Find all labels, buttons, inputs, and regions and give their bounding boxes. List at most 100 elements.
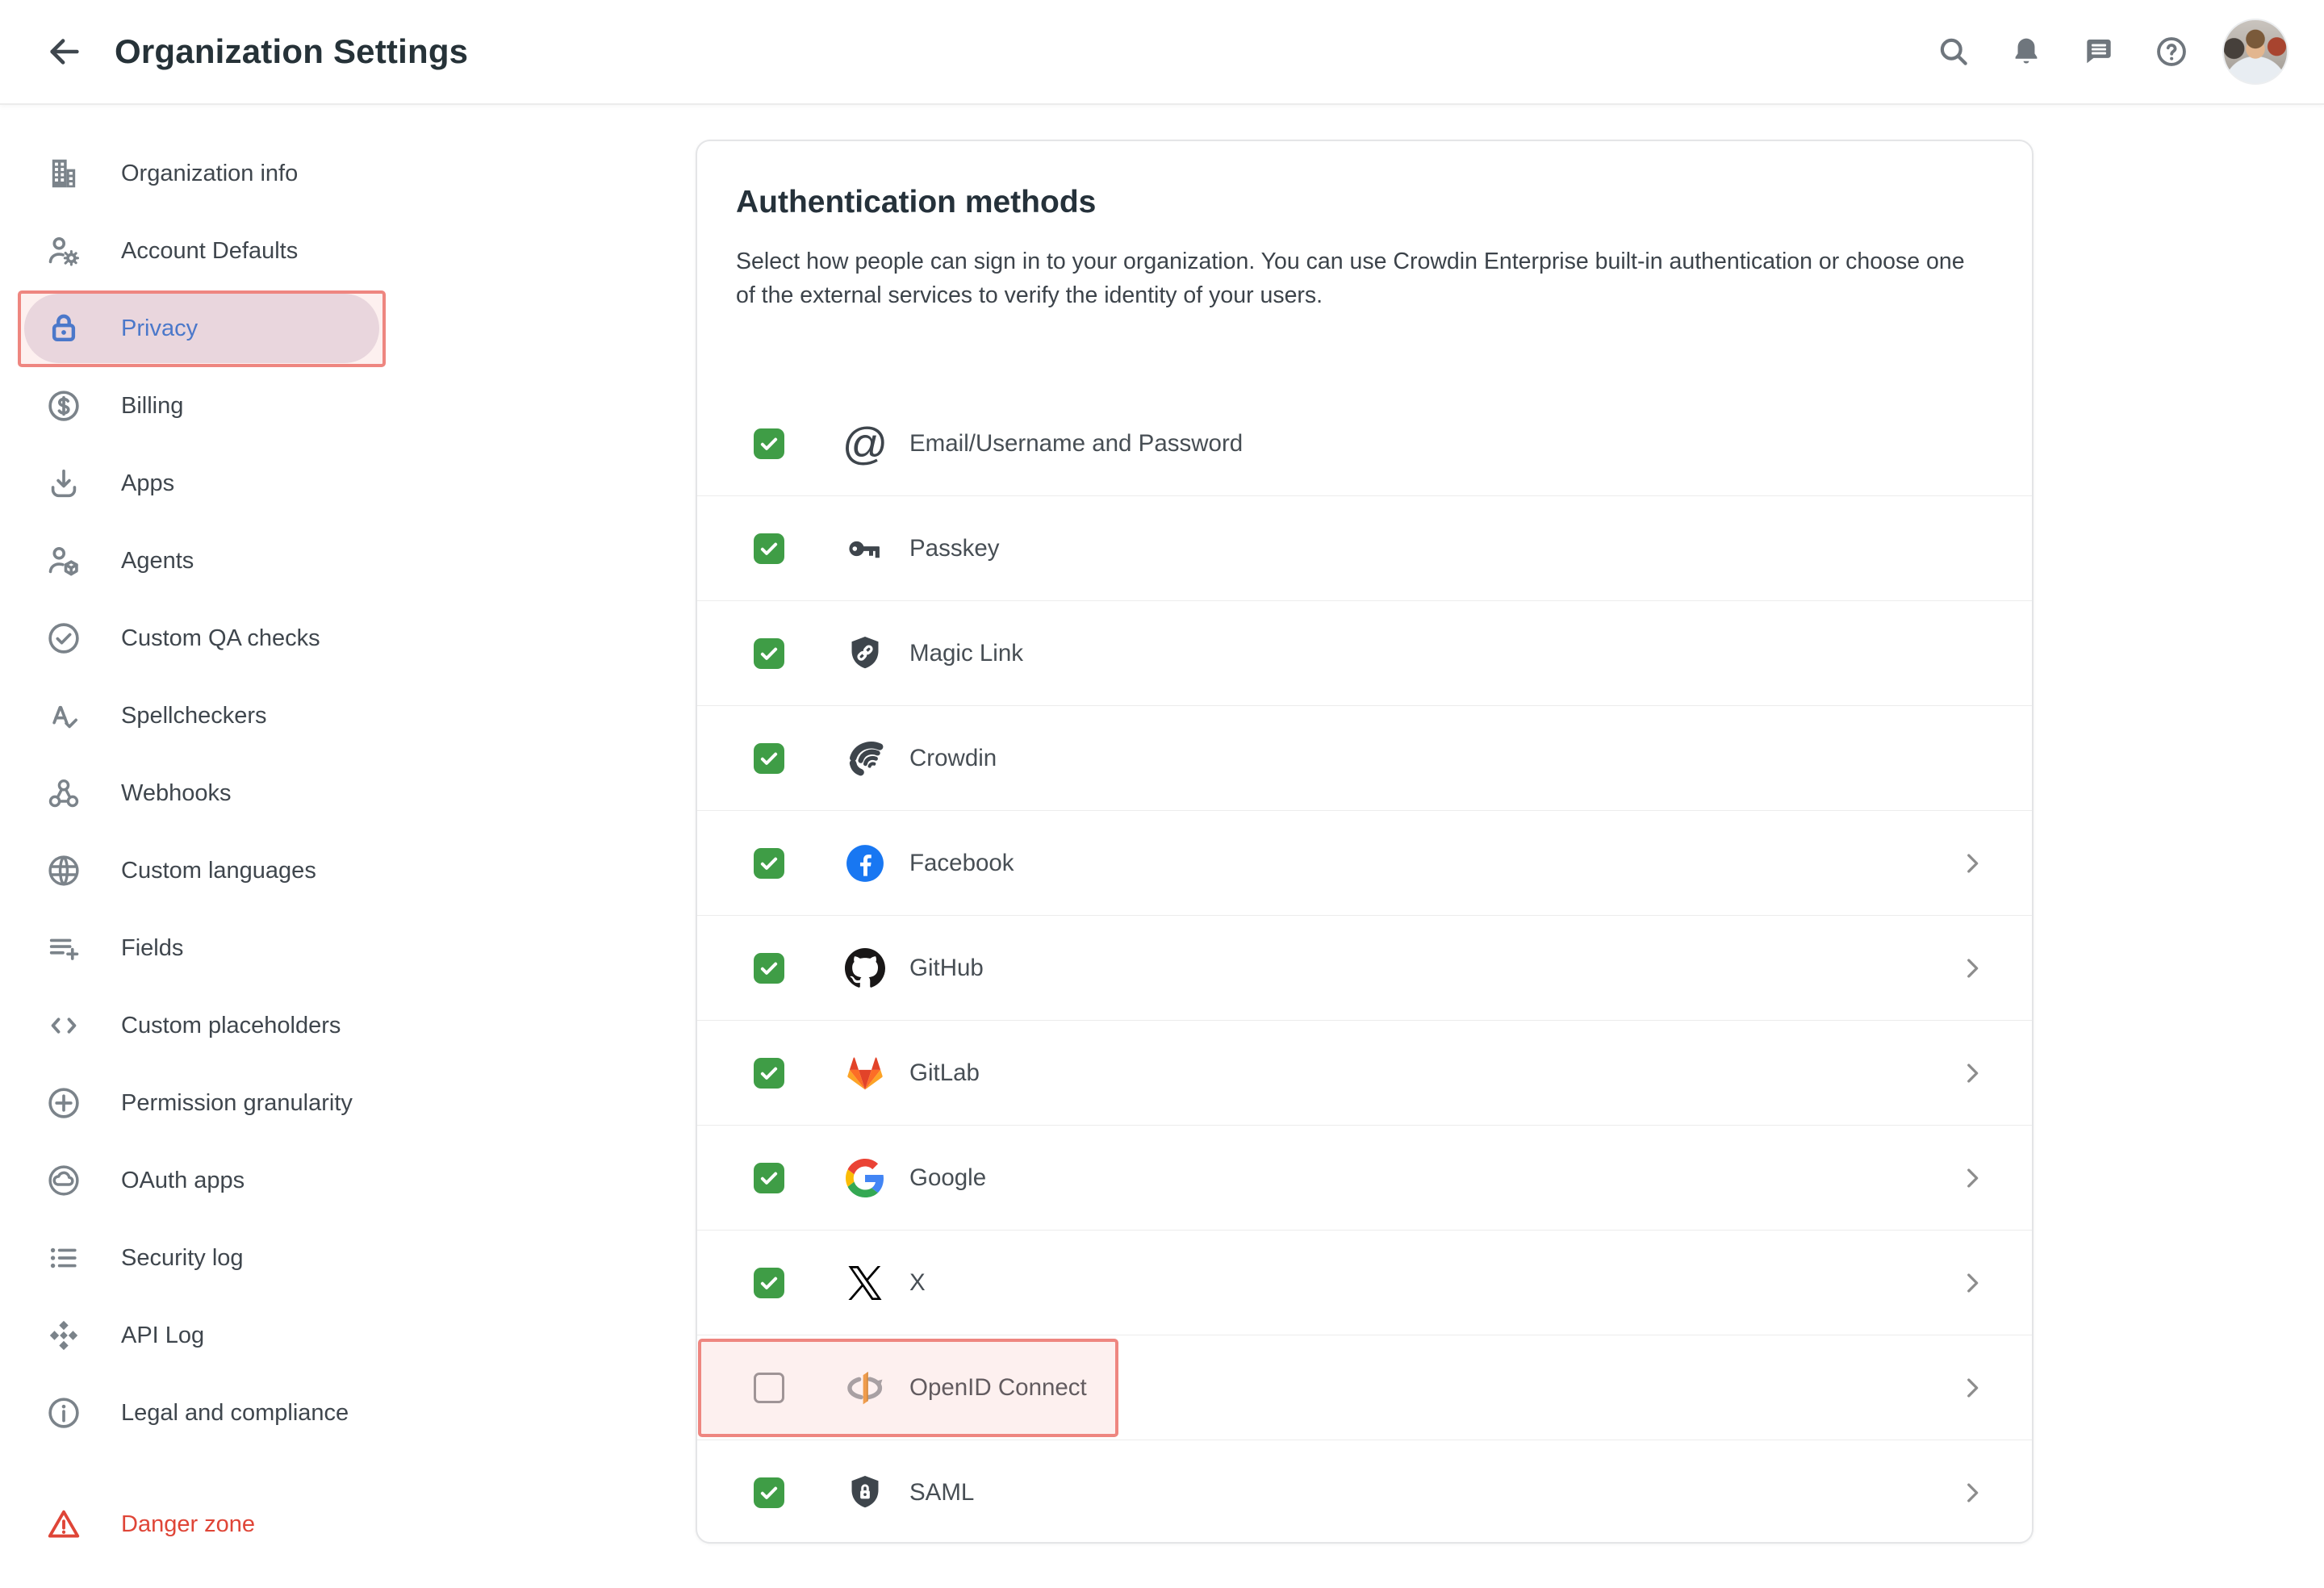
messages-chat-icon[interactable]	[2080, 33, 2117, 70]
help-icon[interactable]	[2153, 33, 2190, 70]
auth-row-openid-connect: OpenID Connect	[697, 1335, 2032, 1440]
sidebar-item-security-log[interactable]: Security log	[0, 1219, 379, 1297]
chevron-right-icon[interactable]	[1958, 1373, 1987, 1402]
app-header: Organization Settings	[0, 0, 2324, 105]
webhook-icon	[45, 775, 82, 812]
header-actions	[1900, 19, 2288, 85]
auth-row-passkey: Passkey	[697, 496, 2032, 601]
checked-checkbox-passkey[interactable]	[754, 533, 784, 564]
checked-checkbox-google[interactable]	[754, 1162, 784, 1193]
checked-checkbox-email-username-and-password[interactable]	[754, 428, 784, 459]
user-gear-icon	[45, 232, 82, 270]
auth-row-crowdin: Crowdin	[697, 706, 2032, 811]
sidebar-item-organization-info[interactable]: Organization info	[0, 135, 379, 212]
sidebar-item-billing[interactable]: Billing	[0, 367, 379, 445]
openid-icon	[843, 1366, 887, 1410]
sidebar-item-permission-granularity[interactable]: Permission granularity	[0, 1064, 379, 1142]
sidebar-item-label: Security log	[121, 1244, 244, 1271]
sidebar-item-custom-languages[interactable]: Custom languages	[0, 832, 379, 909]
sidebar-item-label: Webhooks	[121, 779, 232, 806]
warning-triangle-icon	[45, 1506, 82, 1543]
auth-row-magic-link: Magic Link	[697, 601, 2032, 706]
lock-icon	[45, 310, 82, 347]
code-brackets-icon	[45, 1007, 82, 1044]
sidebar-item-label: Privacy	[121, 315, 199, 341]
sidebar-item-label: Legal and compliance	[121, 1399, 349, 1426]
settings-sidebar: Organization info Account Defaults Priva…	[0, 103, 379, 1563]
bullet-list-icon	[45, 1239, 82, 1277]
checked-checkbox-magic-link[interactable]	[754, 637, 784, 669]
spellcheck-icon	[45, 697, 82, 734]
gitlab-icon	[843, 1051, 887, 1095]
sidebar-item-danger-zone[interactable]: Danger zone	[0, 1486, 379, 1563]
authentication-methods-card: Authentication methods Select how people…	[696, 140, 2034, 1544]
sidebar-item-fields[interactable]: Fields	[0, 909, 379, 987]
checked-checkbox-github[interactable]	[754, 952, 784, 984]
sidebar-item-label: Agents	[121, 547, 194, 574]
dollar-circle-icon	[45, 387, 82, 424]
at-icon: @	[842, 417, 888, 469]
auth-method-label: X	[909, 1268, 926, 1296]
card-description: Select how people can sign in to your or…	[736, 249, 1965, 308]
auth-method-label: GitHub	[909, 954, 984, 981]
sidebar-item-api-log[interactable]: API Log	[0, 1297, 379, 1374]
auth-row-email-username-and-password: @ Email/Username and Password	[697, 391, 2032, 496]
sidebar-item-label: API Log	[121, 1322, 205, 1348]
sidebar-item-webhooks[interactable]: Webhooks	[0, 754, 379, 832]
info-circle-icon	[45, 1394, 82, 1431]
sidebar-item-spellcheckers[interactable]: Spellcheckers	[0, 677, 379, 754]
building-icon	[45, 155, 82, 192]
sidebar-item-agents[interactable]: Agents	[0, 522, 379, 600]
sidebar-item-label: Custom languages	[121, 857, 316, 884]
user-avatar[interactable]	[2222, 19, 2288, 85]
back-arrow-icon[interactable]	[45, 32, 84, 71]
auth-method-label: Magic Link	[909, 639, 1024, 667]
sidebar-item-label: Fields	[121, 934, 184, 961]
sidebar-item-label: Danger zone	[121, 1511, 256, 1537]
sidebar-item-label: Spellcheckers	[121, 702, 267, 729]
sidebar-item-label: Organization info	[121, 160, 299, 186]
plus-circle-icon	[45, 1084, 82, 1122]
chevron-right-icon[interactable]	[1958, 1164, 1987, 1193]
globe-icon	[45, 852, 82, 889]
sidebar-item-oauth-apps[interactable]: OAuth apps	[0, 1142, 379, 1219]
auth-method-label: Facebook	[909, 849, 1014, 876]
auth-method-label: Email/Username and Password	[909, 429, 1244, 457]
unchecked-checkbox-openid-connect[interactable]	[754, 1372, 784, 1403]
notifications-bell-icon[interactable]	[2008, 33, 2045, 70]
card-title: Authentication methods	[736, 185, 1097, 219]
chevron-right-icon[interactable]	[1958, 1059, 1987, 1088]
sidebar-item-custom-placeholders[interactable]: Custom placeholders	[0, 987, 379, 1064]
sidebar-item-label: Permission granularity	[121, 1089, 353, 1116]
checked-checkbox-facebook[interactable]	[754, 847, 784, 879]
chevron-right-icon[interactable]	[1958, 849, 1987, 878]
sidebar-item-account-defaults[interactable]: Account Defaults	[0, 212, 379, 290]
auth-method-label: OpenID Connect	[909, 1373, 1087, 1401]
search-icon[interactable]	[1935, 33, 1972, 70]
sidebar-item-legal-and-compliance[interactable]: Legal and compliance	[0, 1374, 379, 1452]
github-icon	[843, 947, 887, 990]
sidebar-item-label: Custom placeholders	[121, 1012, 341, 1038]
checked-checkbox-saml[interactable]	[754, 1477, 784, 1508]
passkey-icon	[843, 527, 887, 570]
auth-method-label: Google	[909, 1164, 987, 1191]
check-circle-icon	[45, 620, 82, 657]
crowdin-icon	[843, 737, 887, 780]
chevron-right-icon[interactable]	[1958, 954, 1987, 983]
user-cube-icon	[45, 542, 82, 579]
x-logo-icon	[843, 1261, 887, 1305]
auth-row-facebook: Facebook	[697, 811, 2032, 916]
chevron-right-icon[interactable]	[1958, 1478, 1987, 1507]
checked-checkbox-crowdin[interactable]	[754, 742, 784, 774]
sidebar-item-apps[interactable]: Apps	[0, 445, 379, 522]
sidebar-item-privacy[interactable]: Privacy	[0, 290, 379, 367]
auth-row-gitlab: GitLab	[697, 1021, 2032, 1126]
sidebar-item-custom-qa-checks[interactable]: Custom QA checks	[0, 600, 379, 677]
chevron-right-icon[interactable]	[1958, 1268, 1987, 1298]
checked-checkbox-x[interactable]	[754, 1267, 784, 1298]
auth-method-label: SAML	[909, 1479, 975, 1506]
google-icon	[843, 1156, 887, 1200]
magic-link-icon	[843, 632, 887, 675]
checked-checkbox-gitlab[interactable]	[754, 1057, 784, 1089]
auth-row-github: GitHub	[697, 916, 2032, 1021]
